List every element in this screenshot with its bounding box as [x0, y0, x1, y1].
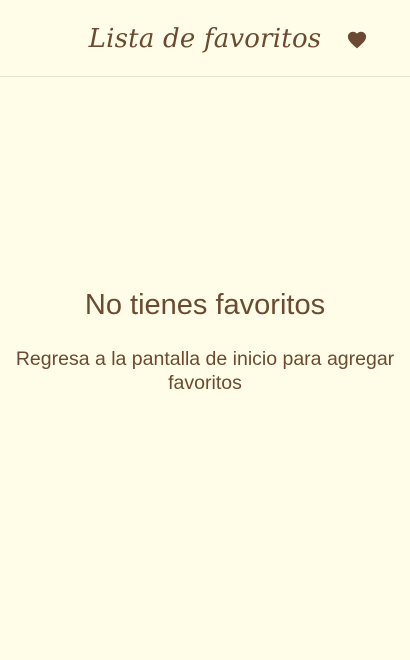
empty-state-message: Regresa a la pantalla de inicio para agr… — [15, 348, 395, 394]
app-header: Lista de favoritos — [0, 0, 410, 77]
empty-favorites-state: No tienes favoritos Regresa a la pantall… — [0, 285, 410, 395]
favorites-button[interactable] — [343, 26, 371, 52]
empty-state-title: No tienes favoritos — [84, 289, 326, 321]
heart-icon — [347, 31, 367, 49]
